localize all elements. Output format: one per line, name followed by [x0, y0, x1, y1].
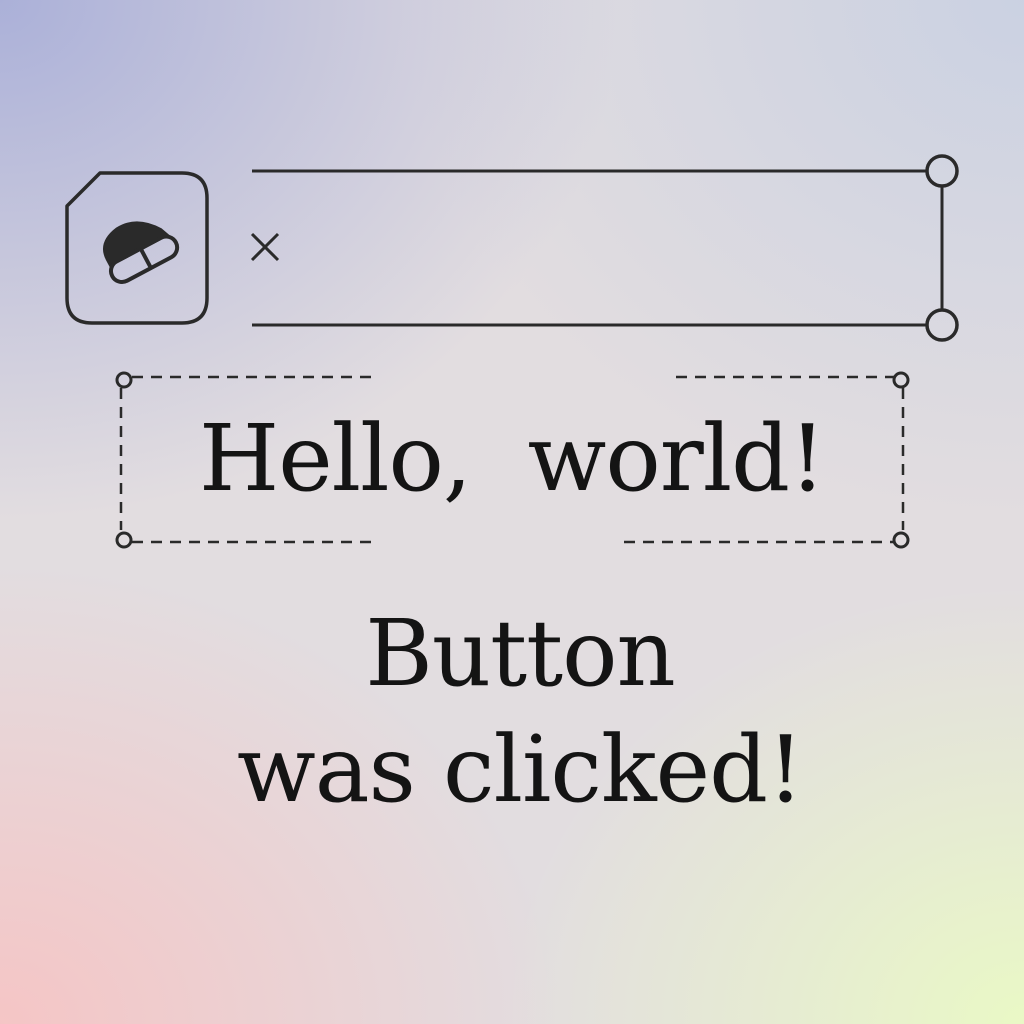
- title-bar-frame: [250, 152, 966, 348]
- app-window: Hello, world! Button was clicked!: [0, 0, 1024, 1024]
- app-icon-tile: [64, 170, 210, 326]
- selection-handle-top-right: [892, 371, 910, 389]
- selection-handle-bottom-left: [115, 531, 133, 549]
- resize-handle-top[interactable]: [925, 154, 959, 188]
- selection-handle-bottom-right: [892, 531, 910, 549]
- status-line-2: was clicked!: [236, 716, 804, 823]
- status-line-1: Button: [365, 600, 675, 707]
- status-message: Button was clicked!: [100, 596, 940, 828]
- resize-handle-bottom[interactable]: [925, 308, 959, 342]
- selection-handle-top-left: [115, 371, 133, 389]
- app-logo-icon: [65, 171, 209, 325]
- hello-label-selection[interactable]: Hello, world!: [108, 364, 916, 556]
- hello-world-label: Hello, world!: [198, 405, 826, 512]
